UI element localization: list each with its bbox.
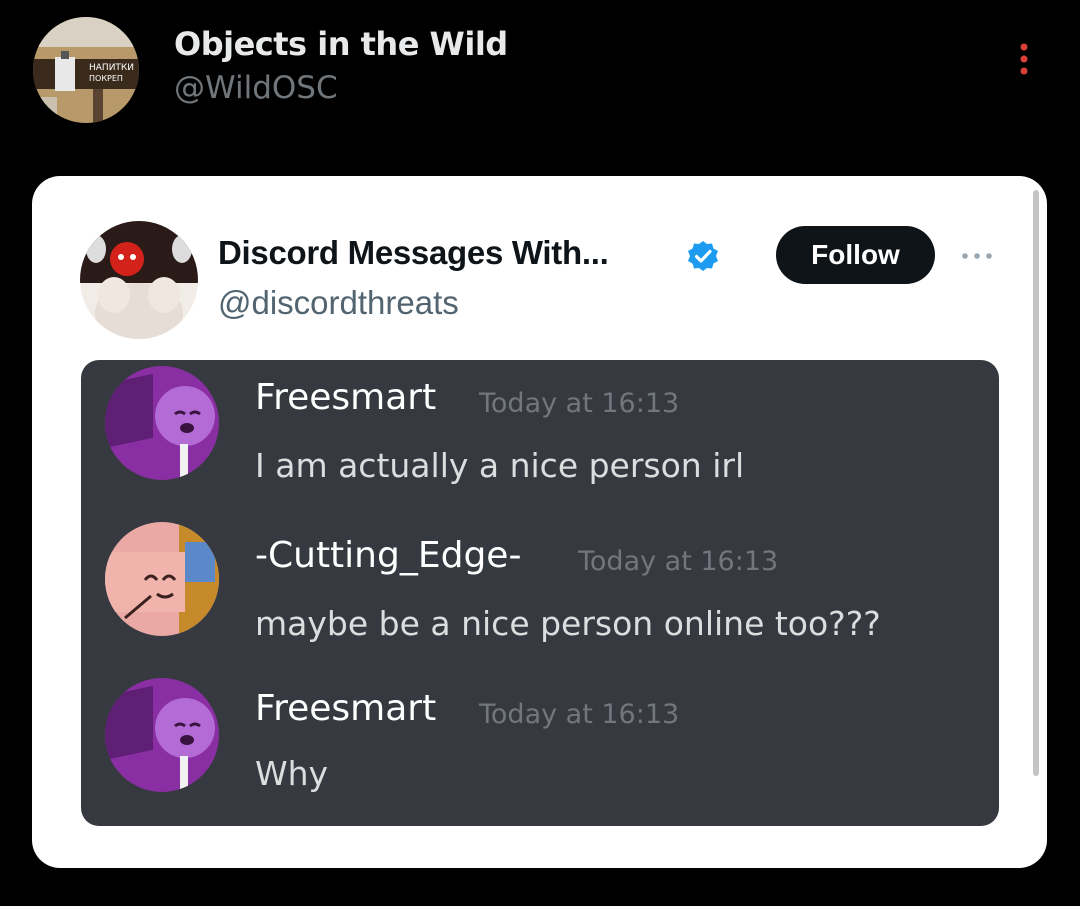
purple-lollipop-avatar xyxy=(105,366,219,480)
quoted-author-avatar[interactable] xyxy=(80,221,198,339)
message-author[interactable]: Freesmart xyxy=(255,377,436,418)
message-text: maybe be a nice person online too??? xyxy=(255,604,881,643)
message-timestamp: Today at 16:13 xyxy=(479,699,680,730)
purple-lollipop-avatar xyxy=(105,678,219,792)
scrollbar[interactable] xyxy=(1033,190,1039,776)
message-author[interactable]: Freesmart xyxy=(255,688,436,729)
more-vertical-icon[interactable] xyxy=(1014,42,1034,82)
outer-author-avatar[interactable]: НАПИТКИ ПОКРЕП xyxy=(33,17,139,123)
pink-eraser-avatar xyxy=(105,522,219,636)
embedded-tweet-card[interactable]: Discord Messages With... @discordthreats… xyxy=(32,176,1047,868)
outer-author-handle[interactable]: @WildOSC xyxy=(174,70,338,106)
svg-text:ПОКРЕП: ПОКРЕП xyxy=(89,74,123,83)
storefront-avatar-image: НАПИТКИ ПОКРЕП xyxy=(33,17,139,123)
quoted-author-handle[interactable]: @discordthreats xyxy=(218,284,459,322)
message-text: I am actually a nice person irl xyxy=(255,446,745,485)
outer-author-name[interactable]: Objects in the Wild xyxy=(174,25,508,63)
message-author[interactable]: -Cutting_Edge- xyxy=(255,535,521,576)
verified-badge-icon xyxy=(686,239,720,273)
quoted-author-name[interactable]: Discord Messages With... xyxy=(218,234,609,272)
message-timestamp: Today at 16:13 xyxy=(479,388,680,419)
discord-screenshot[interactable]: Freesmart Today at 16:13 I am actually a… xyxy=(81,360,999,826)
follow-button[interactable]: Follow xyxy=(776,226,935,284)
discord-threats-avatar-image xyxy=(80,221,198,339)
message-timestamp: Today at 16:13 xyxy=(578,546,779,577)
svg-text:НАПИТКИ: НАПИТКИ xyxy=(89,63,134,73)
message-text: Why xyxy=(255,754,329,793)
more-horizontal-icon[interactable] xyxy=(958,248,996,262)
